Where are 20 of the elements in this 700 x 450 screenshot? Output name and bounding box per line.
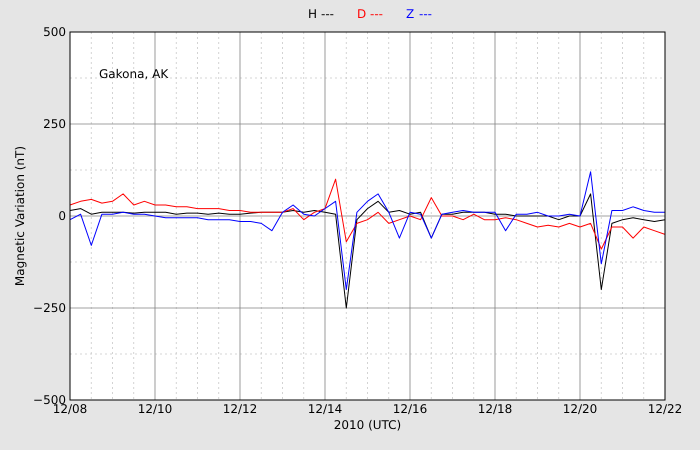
axis-tick-label: 12/18	[478, 402, 512, 416]
axis-tick-label: 12/20	[562, 402, 598, 416]
axis-tick-label: 0	[58, 209, 66, 223]
chart-annotation: Gakona, AK	[99, 67, 168, 81]
legend-label: Z	[406, 7, 414, 21]
legend-line-marker: ---	[370, 7, 383, 21]
axis-tick-label: 500	[43, 25, 66, 39]
axis-tick-label: 12/22	[648, 402, 682, 416]
y-axis-title: Magnetic Variation (nT)	[13, 146, 27, 286]
axis-tick-label: 12/12	[222, 402, 258, 416]
axis-tick-label: 12/14	[308, 402, 342, 416]
axis-tick-label: 12/16	[392, 402, 428, 416]
legend-line-marker: ---	[321, 7, 334, 21]
legend-label: D	[357, 7, 366, 21]
x-axis-title: 2010 (UTC)	[334, 418, 402, 432]
legend-label: H	[308, 7, 318, 21]
axis-tick-label: −250	[33, 301, 66, 315]
axis-tick-label: 250	[43, 117, 66, 131]
axis-tick-label: 12/10	[138, 402, 172, 416]
legend-line-marker: ---	[419, 7, 432, 21]
